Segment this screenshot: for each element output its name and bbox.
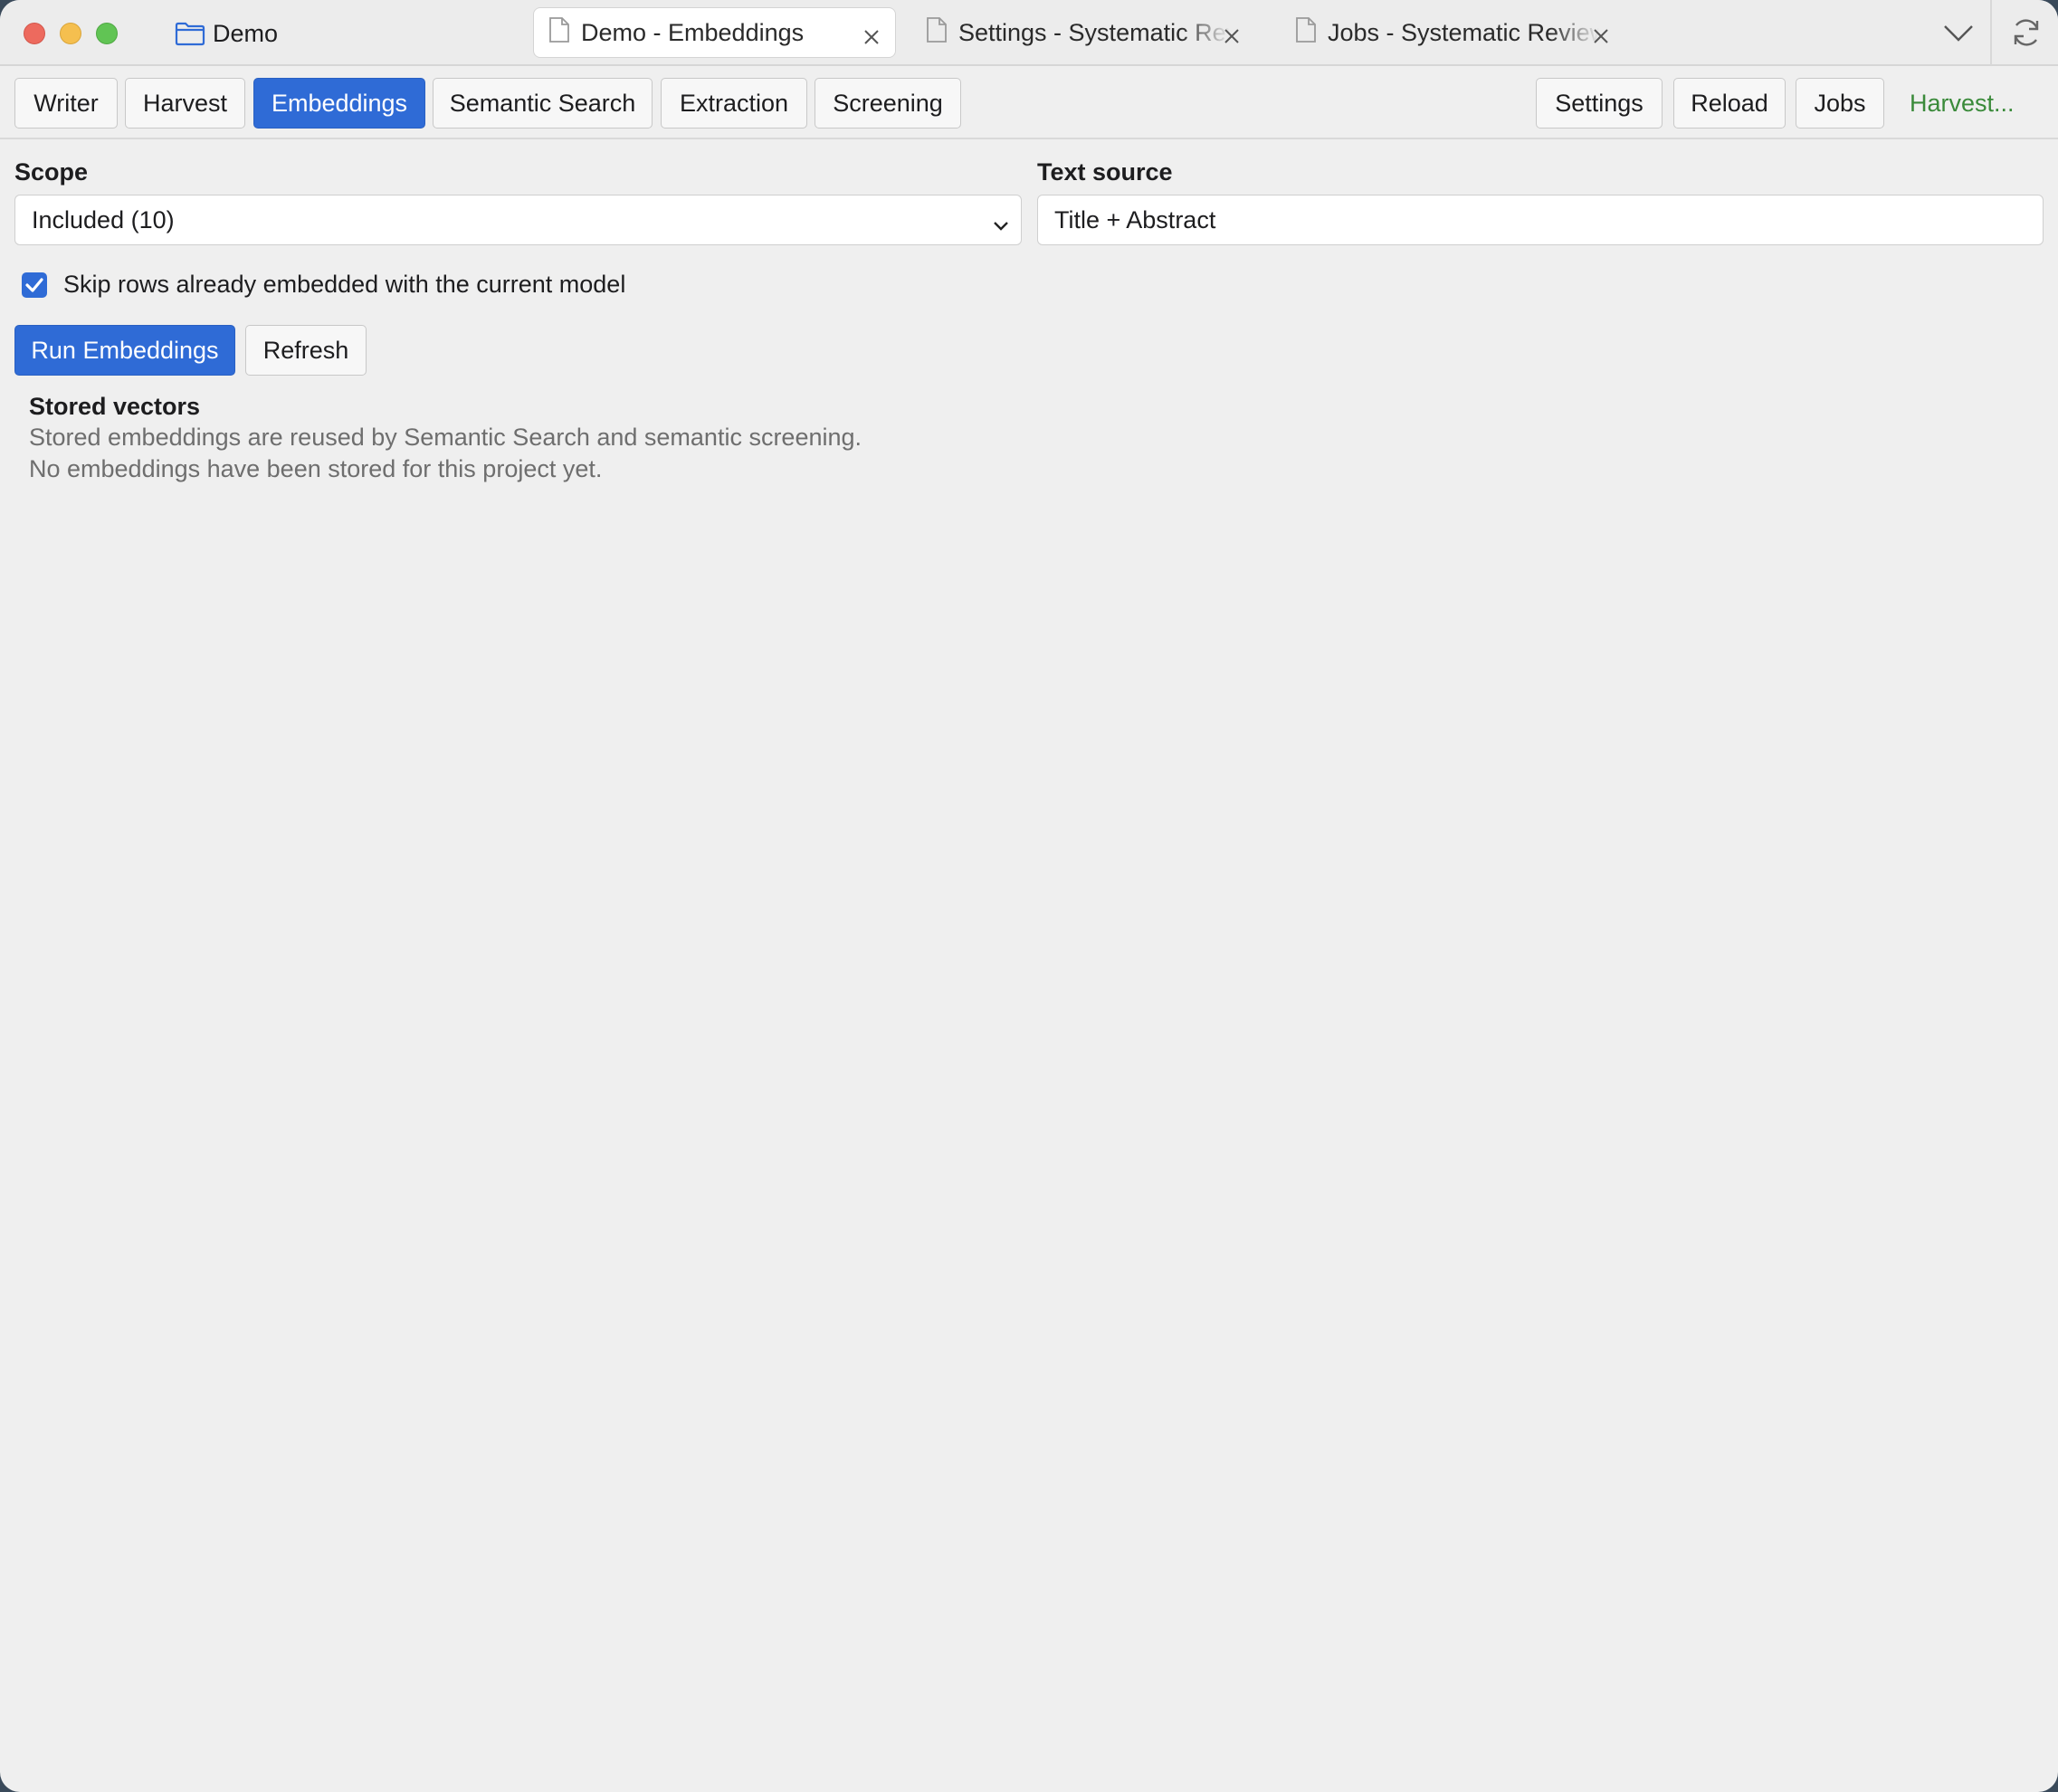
text-source-field[interactable]: Title + Abstract (1037, 195, 2044, 245)
close-window-button[interactable] (24, 23, 45, 44)
nav-writer-button[interactable]: Writer (14, 78, 118, 129)
tab-jobs[interactable]: Jobs - Systematic Review (1281, 7, 1624, 58)
reload-button[interactable]: Reload (1673, 78, 1786, 129)
scope-label: Scope (14, 158, 89, 186)
tab-demo-embeddings[interactable]: Demo - Embeddings (533, 7, 896, 58)
scope-select[interactable]: Included (10) (14, 195, 1022, 245)
project-name: Demo (213, 19, 279, 47)
tab-settings[interactable]: Settings - Systematic Review (911, 7, 1255, 58)
harvest-link[interactable]: Harvest... (1910, 78, 2015, 129)
nav-semantic-search-button[interactable]: Semantic Search (433, 78, 653, 129)
nav-extraction-button[interactable]: Extraction (661, 78, 807, 129)
scope-value: Included (10) (32, 205, 175, 234)
nav-harvest-button[interactable]: Harvest (125, 78, 245, 129)
document-icon (1295, 16, 1317, 50)
settings-button[interactable]: Settings (1536, 78, 1663, 129)
folder-icon (175, 21, 205, 46)
skip-embedded-checkbox[interactable] (22, 272, 47, 298)
main-toolbar: Writer Harvest Embeddings Semantic Searc… (0, 67, 2058, 139)
run-embeddings-button[interactable]: Run Embeddings (14, 325, 235, 376)
close-tab-icon[interactable] (862, 24, 881, 44)
tab-label: Demo - Embeddings (581, 18, 805, 46)
document-icon (548, 16, 570, 50)
skip-embedded-label[interactable]: Skip rows already embedded with the curr… (63, 271, 625, 299)
tab-label: Jobs - Systematic Review (1328, 18, 1599, 46)
titlebar-divider (1990, 0, 1992, 65)
close-tab-icon[interactable] (1223, 24, 1241, 43)
stored-vectors-description: Stored embeddings are reused by Semantic… (29, 424, 862, 451)
sync-icon[interactable] (2009, 15, 2044, 50)
nav-screening-button[interactable]: Screening (815, 78, 961, 129)
chevron-down-icon[interactable] (1942, 18, 1975, 47)
minimize-window-button[interactable] (60, 23, 81, 44)
stored-vectors-empty-message: No embeddings have been stored for this … (29, 455, 603, 482)
text-source-value: Title + Abstract (1054, 205, 1216, 234)
jobs-button[interactable]: Jobs (1796, 78, 1884, 129)
project-selector[interactable]: Demo (175, 16, 278, 51)
refresh-button[interactable]: Refresh (245, 325, 367, 376)
document-icon (926, 16, 948, 50)
tab-label: Settings - Systematic Review (958, 18, 1230, 46)
zoom-window-button[interactable] (96, 23, 118, 44)
nav-embeddings-button[interactable]: Embeddings (253, 78, 425, 129)
stored-vectors-title: Stored vectors (29, 393, 201, 420)
chevron-down-icon (992, 213, 1010, 231)
text-source-label: Text source (1037, 158, 1173, 186)
app-window: Demo Demo - Embeddings Settings - System… (0, 0, 2058, 1792)
checkmark-icon (25, 278, 43, 292)
close-tab-icon[interactable] (1592, 24, 1610, 43)
title-bar: Demo Demo - Embeddings Settings - System… (0, 0, 2058, 66)
